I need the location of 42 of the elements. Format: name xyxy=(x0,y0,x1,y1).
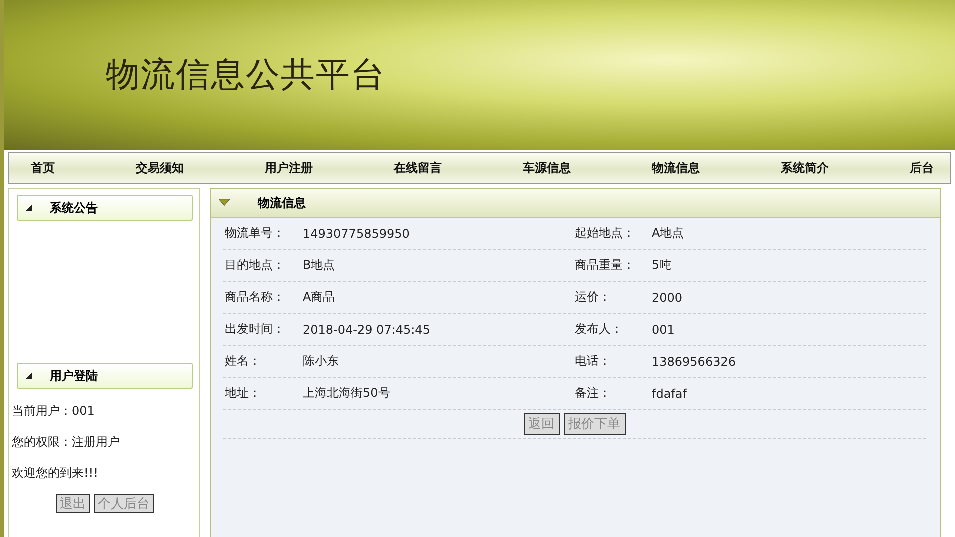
field-value: A地点 xyxy=(652,225,686,242)
user-info-text: 欢迎您的到来!!! xyxy=(12,465,100,482)
field-value: A商品 xyxy=(303,289,336,306)
nav-link[interactable]: 首页 xyxy=(31,160,55,176)
section-title: 用户登陆 xyxy=(50,368,98,384)
field-label: 电话： xyxy=(575,353,612,370)
triangle-icon xyxy=(26,373,32,379)
nav-link[interactable]: 系统简介 xyxy=(781,160,829,176)
field-value: 2000 xyxy=(652,290,684,304)
field-value: 上海北海街50号 xyxy=(303,385,392,402)
field-label: 发布人： xyxy=(575,321,624,338)
nav-link[interactable]: 在线留言 xyxy=(394,160,442,176)
field-label: 姓名： xyxy=(225,353,262,370)
nav-link[interactable]: 后台 xyxy=(910,160,934,176)
field-label: 出发时间： xyxy=(225,321,286,338)
section-title: 系统公告 xyxy=(50,200,98,216)
field-label: 商品名称： xyxy=(225,289,286,306)
field-value: 2018-04-29 07:45:45 xyxy=(303,322,432,336)
field-value: 陈小东 xyxy=(303,353,340,370)
triangle-icon xyxy=(219,199,230,207)
field-label: 起始地点： xyxy=(575,225,636,242)
triangle-icon xyxy=(26,205,32,211)
nav-link[interactable]: 用户注册 xyxy=(265,160,313,176)
field-value: 14930775859950 xyxy=(303,226,411,240)
field-label: 运价： xyxy=(575,289,612,306)
nav-link[interactable]: 交易须知 xyxy=(136,160,184,176)
field-value: fdafaf xyxy=(652,386,688,400)
field-label: 目的地点： xyxy=(225,257,286,274)
field-label: 商品重量： xyxy=(575,257,636,274)
field-value: B地点 xyxy=(303,257,336,274)
nav-link[interactable]: 车源信息 xyxy=(523,160,571,176)
site-title: 物流信息公共平台 xyxy=(106,54,386,97)
field-label: 备注： xyxy=(575,385,612,402)
field-label: 地址： xyxy=(225,385,262,402)
user-info-text: 当前用户：001 xyxy=(12,403,96,420)
field-value: 001 xyxy=(652,322,676,336)
field-label: 物流单号： xyxy=(225,225,286,242)
field-value: 13869566326 xyxy=(652,354,737,368)
panel-title: 物流信息 xyxy=(258,194,306,212)
nav-link[interactable]: 物流信息 xyxy=(652,160,700,176)
user-info-text: 您的权限：注册用户 xyxy=(12,434,121,451)
field-value: 5吨 xyxy=(652,257,673,274)
